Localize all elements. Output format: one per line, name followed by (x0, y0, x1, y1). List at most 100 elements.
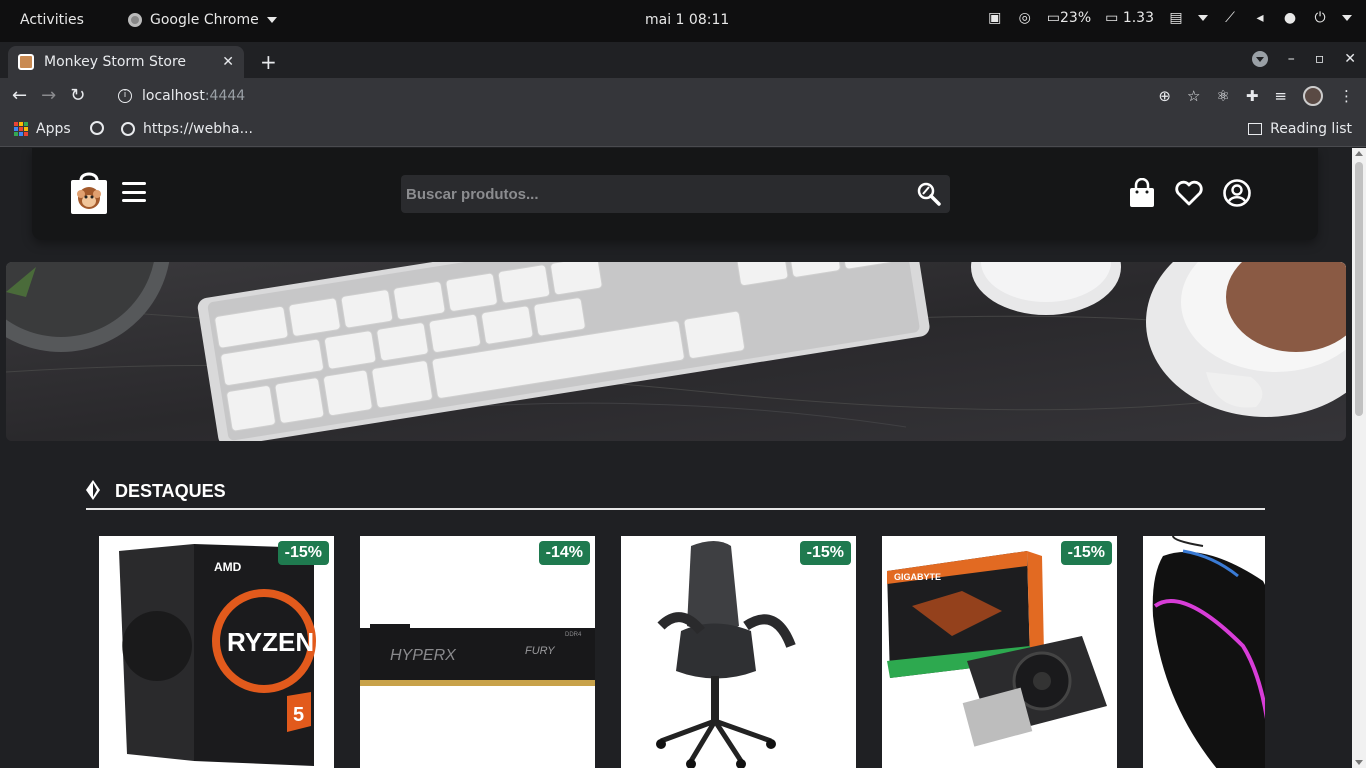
page-scrollbar[interactable] (1352, 148, 1366, 768)
heart-icon[interactable] (1174, 179, 1204, 207)
account-icon[interactable] (1222, 178, 1252, 208)
close-window-button[interactable]: ✕ (1344, 51, 1356, 67)
browser-tab[interactable]: Monkey Storm Store ✕ (8, 46, 244, 78)
chevron-down-icon (1198, 15, 1208, 21)
url-port: :4444 (204, 88, 246, 104)
clock[interactable]: mai 1 08:11 (645, 12, 729, 28)
logo-icon[interactable] (70, 170, 108, 214)
battery-icon: ▭ (1046, 10, 1061, 26)
reload-button[interactable]: ↻ (70, 85, 85, 106)
bookmark-label: Apps (36, 121, 71, 137)
product-image (656, 541, 796, 768)
monitor-icon: ▭ (1105, 10, 1119, 26)
zoom-icon[interactable]: ⊕ (1158, 87, 1171, 105)
svg-text:GIGABYTE: GIGABYTE (894, 572, 941, 582)
svg-text:FURY: FURY (525, 645, 555, 657)
battery-indicator: ▭23% (1047, 10, 1091, 26)
scrollbar-thumb[interactable] (1355, 162, 1363, 416)
url-host: localhost (142, 88, 205, 104)
chrome-menu-icon[interactable]: ⋮ (1339, 87, 1354, 105)
activities-button[interactable]: Activities (20, 12, 84, 28)
bookmark-globe[interactable] (90, 121, 112, 135)
address-bar[interactable]: i localhost:4444 (110, 81, 1290, 111)
product-card[interactable]: HYPERX FURY DDR4 -14% (360, 536, 595, 768)
svg-text:DDR4: DDR4 (565, 632, 582, 638)
system-top-bar: Activities Google Chrome mai 1 08:11 ▣ ◎… (0, 0, 1366, 42)
forward-button[interactable]: → (41, 85, 56, 106)
scroll-up-icon[interactable] (1355, 151, 1363, 156)
display-indicator: ▭ 1.33 (1105, 10, 1154, 26)
media-control-icon[interactable]: ≡ (1274, 87, 1287, 105)
favicon-icon (18, 54, 34, 70)
product-image: GIGABYTE (887, 551, 1107, 747)
scroll-down-icon[interactable] (1355, 760, 1363, 765)
discount-badge: -14% (538, 541, 590, 565)
reading-list-button[interactable]: Reading list (1248, 121, 1352, 137)
bookmark-star-icon[interactable]: ☆ (1187, 87, 1200, 105)
discount-badge: -15% (799, 541, 851, 565)
chrome-icon (128, 13, 142, 27)
product-card[interactable]: GIGABYTE -15% (882, 536, 1117, 768)
minimize-button[interactable]: – (1288, 51, 1295, 67)
diamond-icon (86, 480, 100, 500)
obs-icon: ◎ (1018, 10, 1031, 26)
bookmark-apps[interactable]: Apps (14, 121, 71, 137)
clipboard-icon: ▤ (1169, 10, 1183, 26)
store-header (32, 148, 1318, 240)
svg-text:5: 5 (293, 704, 304, 726)
info-icon[interactable]: i (118, 89, 132, 103)
close-tab-icon[interactable]: ✕ (222, 54, 234, 70)
reading-list-icon (1248, 123, 1263, 135)
product-image (1152, 536, 1265, 768)
screens-icon: ▣ (988, 10, 1002, 26)
tab-title: Monkey Storm Store (44, 54, 187, 70)
back-button[interactable]: ← (12, 85, 27, 106)
globe-icon (90, 121, 104, 135)
apps-grid-icon (14, 122, 28, 136)
globe-icon (121, 122, 135, 136)
tab-search-icon[interactable] (1251, 51, 1268, 67)
chevron-down-icon (1342, 15, 1352, 21)
bookmarks-bar: Apps https://webha... Reading list (0, 114, 1366, 147)
search-bar (401, 175, 950, 213)
maximize-button[interactable]: ▫ (1315, 51, 1325, 67)
svg-text:HYPERX: HYPERX (390, 647, 457, 664)
react-devtools-icon[interactable]: ⚛ (1216, 87, 1229, 105)
battery-value: 23% (1060, 10, 1092, 26)
app-name: Google Chrome (150, 12, 259, 28)
extensions-icon[interactable]: ✚ (1246, 87, 1259, 105)
product-image: HYPERX FURY DDR4 (360, 624, 595, 686)
profile-avatar[interactable] (1303, 86, 1323, 106)
browser-toolbar: ← → ↻ i localhost:4444 ⊕ ☆ ⚛ ✚ ≡ ⋮ (0, 78, 1366, 114)
discount-badge: -15% (1060, 541, 1112, 565)
svg-text:RYZEN: RYZEN (227, 627, 314, 657)
product-card[interactable] (1143, 536, 1265, 768)
svg-text:AMD: AMD (214, 560, 242, 574)
new-tab-button[interactable]: + (260, 50, 277, 74)
bookmark-label: https://webha... (143, 121, 253, 137)
volume-icon: ◂ (1256, 10, 1264, 26)
bookmark-webha[interactable]: https://webha... (121, 121, 253, 137)
search-icon[interactable] (916, 181, 942, 207)
search-input[interactable] (406, 185, 916, 203)
tab-strip: Monkey Storm Store ✕ + – ▫ ✕ (0, 42, 1366, 78)
app-menu[interactable]: Google Chrome (128, 12, 277, 28)
discount-badge: -15% (277, 541, 329, 565)
product-card[interactable]: RYZEN AMD 5 -15% (99, 536, 334, 768)
bag-icon[interactable] (1128, 178, 1156, 208)
product-image: RYZEN AMD 5 (119, 544, 316, 766)
display-value: 1.33 (1122, 10, 1154, 26)
product-carousel: RYZEN AMD 5 -15% HYPERX FURY DDR4 -14% -… (99, 536, 1265, 768)
product-card[interactable]: -15% (621, 536, 856, 768)
network-icon: ⟋ (1225, 10, 1235, 26)
system-tray[interactable]: ▣ ◎ ▭23% ▭ 1.33 ▤ ⟋ ◂ ● ⏻ (987, 10, 1352, 26)
hero-banner (6, 262, 1346, 441)
chevron-down-icon (266, 17, 277, 23)
section-header: DESTAQUES (86, 478, 1265, 510)
reading-list-label: Reading list (1270, 121, 1352, 137)
page-content: DESTAQUES RYZEN AMD 5 -15% HYPERX (0, 148, 1352, 768)
microphone-icon: ● (1283, 10, 1297, 26)
section-title: DESTAQUES (115, 481, 226, 501)
menu-icon[interactable] (122, 182, 146, 202)
window-controls: – ▫ ✕ (1251, 51, 1356, 67)
